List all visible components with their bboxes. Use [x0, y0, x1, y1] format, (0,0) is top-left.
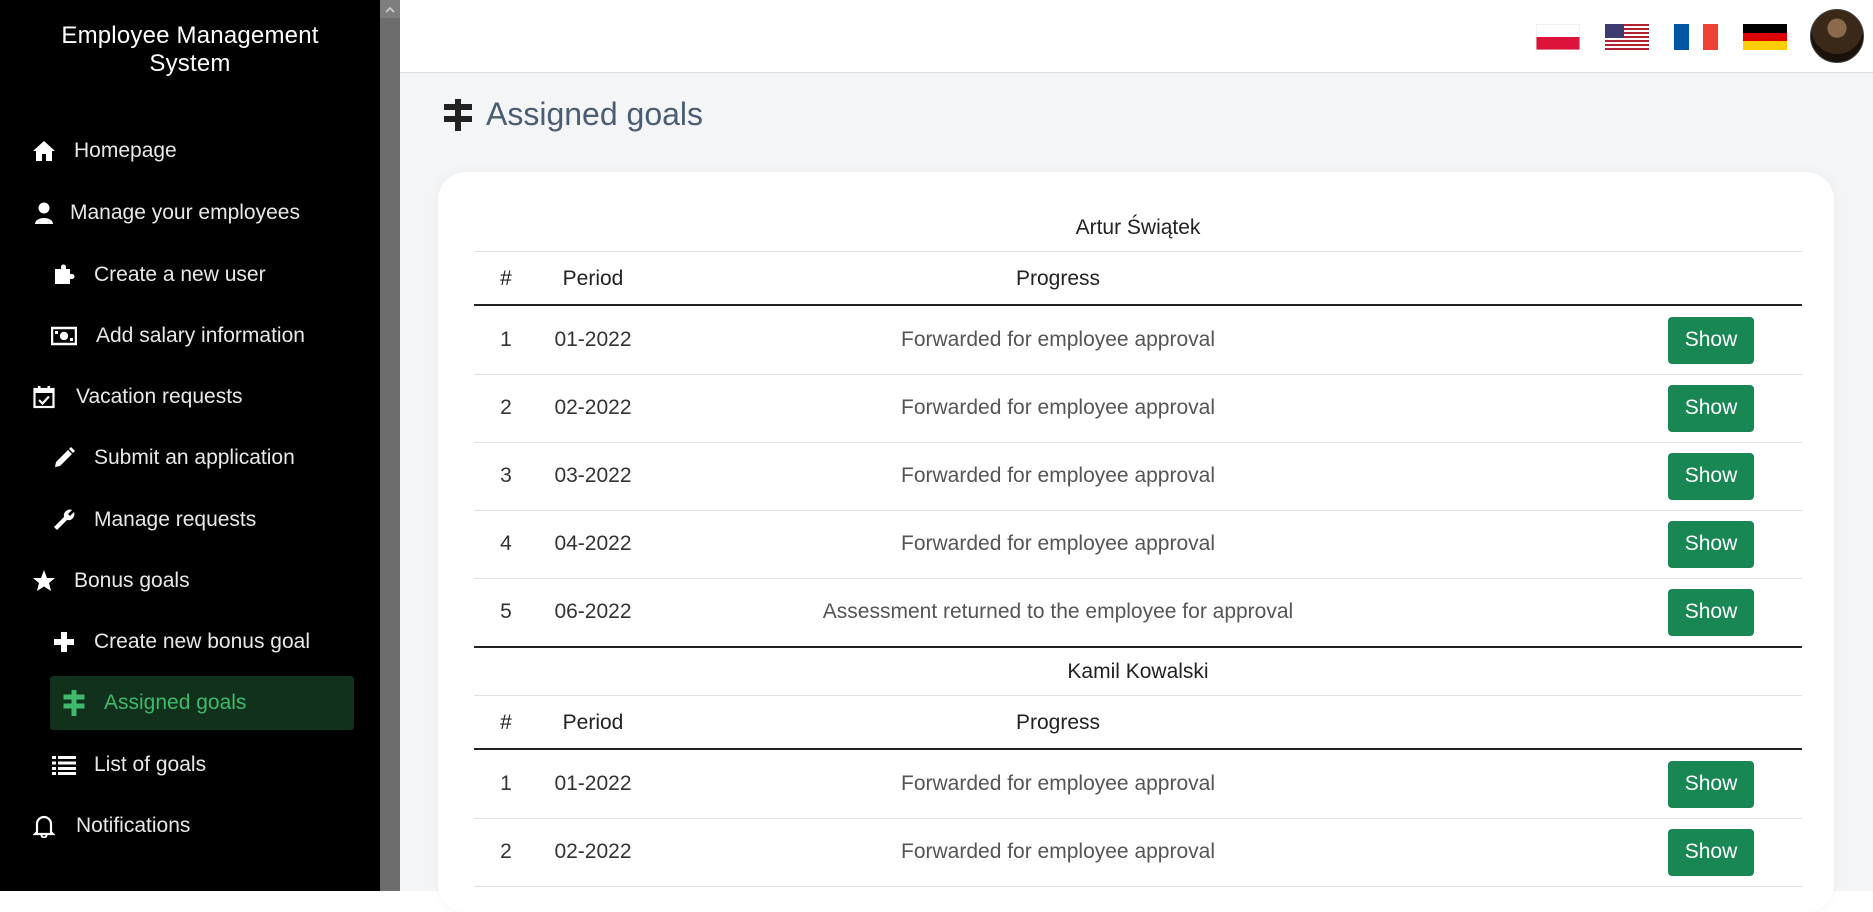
chevron-up-icon	[385, 0, 395, 18]
row-progress: Forwarded for employee approval	[901, 328, 1215, 351]
header-progress: Progress	[1015, 711, 1101, 734]
row-number: 3	[500, 464, 512, 487]
sidebar-item-vacation-requests[interactable]: Vacation requests	[30, 370, 350, 424]
row-period: 03-2022	[554, 464, 632, 487]
app-title: Employee Management System	[61, 22, 319, 77]
row-progress: Forwarded for employee approval	[901, 840, 1215, 863]
sidebar-item-label: Submit an application	[94, 446, 295, 469]
row-progress: Forwarded for employee approval	[901, 396, 1215, 419]
row-period: 01-2022	[554, 772, 632, 795]
calendar-check-icon	[30, 383, 58, 411]
row-progress: Forwarded for employee approval	[901, 772, 1215, 795]
show-button[interactable]: Show	[1668, 520, 1754, 568]
sidebar-item-bonus-goals[interactable]: Bonus goals	[30, 554, 350, 608]
star-icon	[30, 567, 58, 595]
sidebar-item-label: Add salary information	[96, 324, 305, 347]
table-row: 4 04-2022 Forwarded for employee approva…	[474, 510, 1802, 579]
sidebar-item-label: Manage requests	[94, 508, 257, 531]
user-avatar[interactable]	[1810, 9, 1864, 63]
show-button[interactable]: Show	[1668, 588, 1754, 636]
show-button[interactable]: Show	[1668, 452, 1754, 500]
signpost-icon	[444, 98, 472, 131]
row-period: 02-2022	[554, 840, 632, 863]
row-period: 04-2022	[554, 532, 632, 555]
sidebar-item-create-bonus-goal[interactable]: Create new bonus goal	[50, 615, 354, 669]
sidebar-item-label: Vacation requests	[76, 385, 243, 408]
user-icon	[30, 199, 58, 227]
signpost-icon	[60, 689, 88, 717]
table-row: 1 01-2022 Forwarded for employee approva…	[474, 750, 1802, 819]
pencil-icon	[50, 444, 78, 472]
header-period: Period	[562, 267, 624, 290]
row-number: 5	[500, 600, 512, 623]
row-period: 02-2022	[554, 396, 632, 419]
sidebar-item-add-salary[interactable]: Add salary information	[50, 309, 354, 363]
employee-name: Artur Świątek	[474, 205, 1802, 252]
sidebar-item-list-of-goals[interactable]: List of goals	[50, 738, 354, 792]
sidebar-item-manage-employees[interactable]: Manage your employees	[30, 186, 350, 240]
table-row: 1 01-2022 Forwarded for employee approva…	[474, 306, 1802, 375]
row-number: 1	[500, 328, 512, 351]
sidebar-item-homepage[interactable]: Homepage	[30, 124, 350, 178]
row-number: 1	[500, 772, 512, 795]
sidebar-item-notifications[interactable]: Notifications	[30, 799, 350, 853]
table-row: 2 02-2022 Forwarded for employee approva…	[474, 818, 1802, 887]
table-row: 2 02-2022 Forwarded for employee approva…	[474, 374, 1802, 443]
header-progress: Progress	[1015, 267, 1101, 290]
show-button[interactable]: Show	[1668, 760, 1754, 808]
page-title: Assigned goals	[444, 96, 703, 133]
sidebar-item-label: List of goals	[94, 753, 207, 776]
row-progress: Forwarded for employee approval	[901, 532, 1215, 555]
row-progress: Forwarded for employee approval	[901, 464, 1215, 487]
show-button[interactable]: Show	[1668, 828, 1754, 876]
puzzle-icon	[50, 261, 78, 289]
list-icon	[50, 751, 78, 779]
table-row: 3 03-2022 Forwarded for employee approva…	[474, 442, 1802, 511]
table-header: # Period Progress	[474, 698, 1802, 750]
header-number: #	[500, 267, 512, 290]
table-header: # Period Progress	[474, 254, 1802, 306]
sidebar-scrollbar[interactable]	[380, 0, 400, 891]
sidebar-item-label: Manage your employees	[70, 201, 300, 224]
sidebar-item-label: Assigned goals	[104, 691, 247, 714]
header-number: #	[500, 711, 512, 734]
row-period: 06-2022	[554, 600, 632, 623]
sidebar-item-label: Bonus goals	[74, 569, 190, 592]
money-bill-icon	[50, 322, 78, 350]
sidebar-item-label: Create new bonus goal	[94, 630, 310, 653]
row-number: 2	[500, 396, 512, 419]
sidebar-item-submit-application[interactable]: Submit an application	[50, 431, 354, 485]
us-flag-icon[interactable]	[1605, 24, 1649, 50]
row-number: 2	[500, 840, 512, 863]
row-number: 4	[500, 532, 512, 555]
show-button[interactable]: Show	[1668, 384, 1754, 432]
plus-icon	[50, 628, 78, 656]
sidebar-item-label: Notifications	[76, 814, 191, 837]
sidebar: Employee Management System Homepage Mana…	[0, 0, 380, 891]
sidebar-item-manage-requests[interactable]: Manage requests	[50, 493, 354, 547]
wrench-icon	[50, 506, 78, 534]
de-flag-icon[interactable]	[1743, 24, 1787, 50]
scroll-up-button[interactable]	[380, 0, 400, 18]
show-button[interactable]: Show	[1668, 316, 1754, 364]
table-row: 5 06-2022 Assessment returned to the emp…	[474, 578, 1802, 648]
home-icon	[30, 137, 58, 165]
sidebar-item-label: Create a new user	[94, 263, 266, 286]
pl-flag-icon[interactable]	[1536, 24, 1580, 50]
bell-icon	[30, 812, 58, 840]
row-period: 01-2022	[554, 328, 632, 351]
sidebar-item-assigned-goals[interactable]: Assigned goals	[50, 676, 354, 730]
employee-name: Kamil Kowalski	[474, 649, 1802, 696]
fr-flag-icon[interactable]	[1674, 24, 1718, 50]
sidebar-item-create-user[interactable]: Create a new user	[50, 248, 354, 302]
header-period: Period	[562, 711, 624, 734]
row-progress: Assessment returned to the employee for …	[822, 600, 1294, 623]
top-bar	[400, 0, 1873, 73]
sidebar-item-label: Homepage	[74, 139, 177, 162]
